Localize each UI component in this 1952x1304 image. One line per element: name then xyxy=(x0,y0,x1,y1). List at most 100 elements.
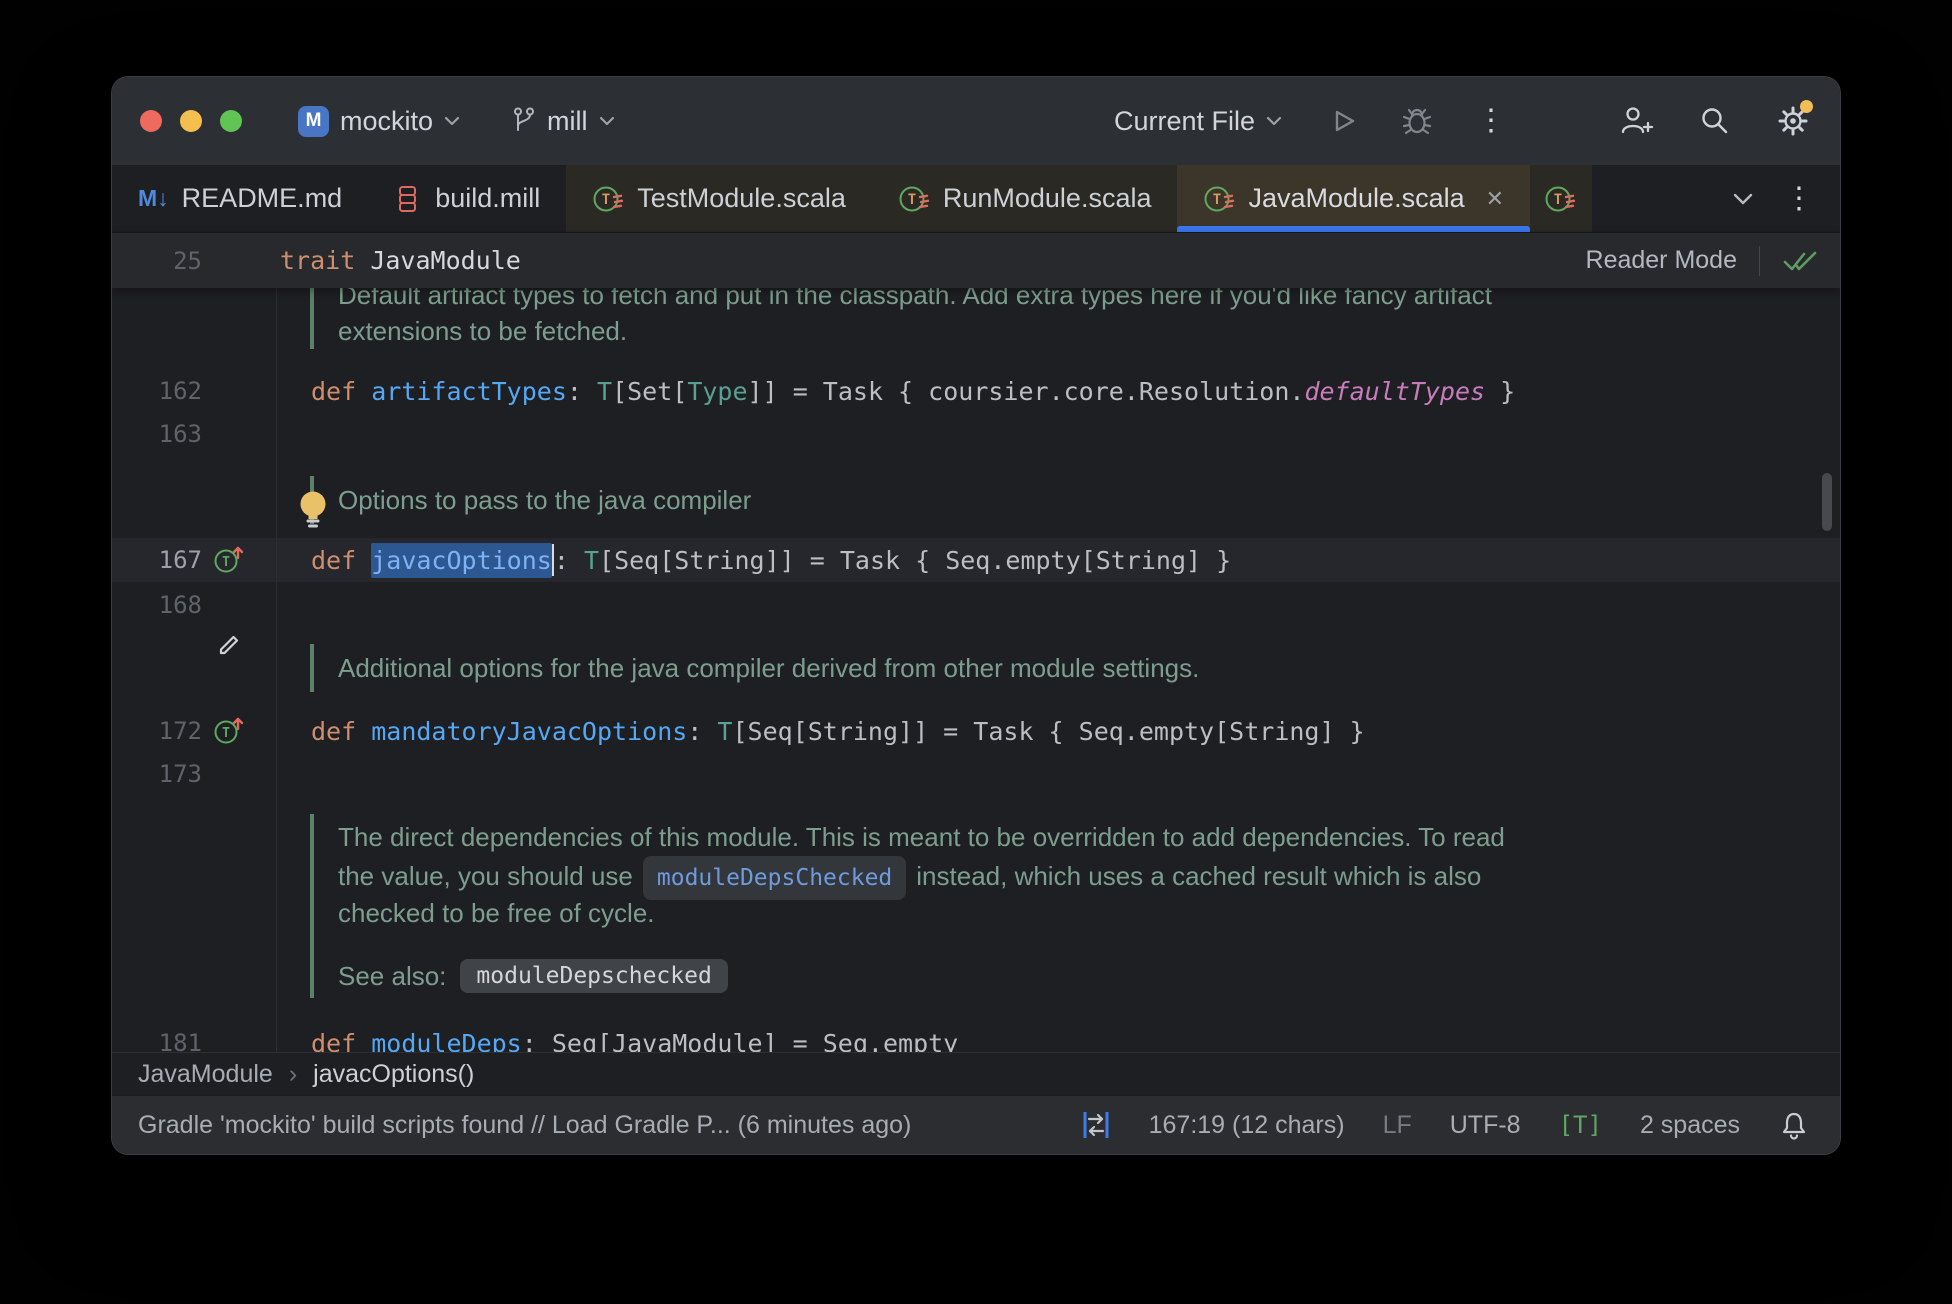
doc-comment-block: Additional options for the java compiler… xyxy=(310,644,1199,692)
run-button[interactable] xyxy=(1328,106,1358,136)
code-chip[interactable]: moduleDepschecked xyxy=(460,959,728,993)
line-number[interactable]: 168 xyxy=(112,583,202,627)
run-configuration-selector[interactable]: Current File xyxy=(1114,106,1282,137)
breadcrumb-item-member[interactable]: javacOptions() xyxy=(313,1060,474,1089)
highlight-level-widget[interactable]: [T] xyxy=(1559,1111,1602,1139)
more-actions-button[interactable]: ⋮ xyxy=(1476,106,1506,136)
tab-readme[interactable]: M↓ README.md xyxy=(112,165,368,232)
code-line-167: def javacOptions: T [Seq[String]] = Task … xyxy=(311,538,1231,582)
editor-scrollbar[interactable] xyxy=(1822,473,1832,531)
function-name-token: mandatoryJavacOptions xyxy=(371,716,688,746)
tabbar-controls: ⋮ xyxy=(1732,165,1840,232)
code-token: [Seq[String]] = Task { Seq.empty[String]… xyxy=(732,716,1365,746)
see-also-row: See also: moduleDepschecked xyxy=(338,954,1505,998)
doc-text: Default artifact types to fetch and put … xyxy=(338,288,1492,310)
function-name-token: moduleDeps xyxy=(371,1028,522,1053)
tab-runmodule[interactable]: T RunModule.scala xyxy=(871,165,1178,232)
override-member-icon[interactable]: T xyxy=(212,543,246,577)
project-badge: M xyxy=(298,105,329,137)
encoding-widget[interactable]: UTF-8 xyxy=(1450,1111,1521,1140)
code-with-me-button[interactable] xyxy=(1618,104,1654,138)
trait-name-token: JavaModule xyxy=(370,246,521,275)
keyword-token: def xyxy=(311,1028,372,1053)
reader-mode-label[interactable]: Reader Mode xyxy=(1586,246,1737,275)
breadcrumb-item-class[interactable]: JavaModule xyxy=(138,1060,273,1089)
ide-window: M mockito mill Current File ⋮ M↓ README.… xyxy=(112,77,1840,1154)
breadcrumb-separator: › xyxy=(288,1059,298,1088)
bug-icon xyxy=(1402,108,1432,135)
code-token: : xyxy=(566,376,597,406)
chevron-down-icon xyxy=(599,116,614,126)
svg-text:T: T xyxy=(222,726,230,741)
reader-mode-widget: Reader Mode xyxy=(1586,245,1840,276)
project-widget[interactable]: M mockito xyxy=(298,105,460,137)
divider xyxy=(1759,245,1760,276)
chevron-down-icon xyxy=(444,116,460,126)
play-icon xyxy=(1335,110,1355,132)
line-number[interactable]: 162 xyxy=(112,369,202,413)
zoom-window-button[interactable] xyxy=(220,110,242,132)
chevron-down-icon[interactable] xyxy=(1732,192,1754,205)
status-message[interactable]: Gradle 'mockito' build scripts found // … xyxy=(138,1111,911,1140)
svg-text:T: T xyxy=(1213,192,1221,208)
tab-label: build.mill xyxy=(435,183,541,213)
see-also-label: See also: xyxy=(338,960,447,991)
type-token: T xyxy=(717,716,733,746)
search-icon xyxy=(1702,108,1728,134)
doc-comment-block: The direct dependencies of this module. … xyxy=(310,814,1505,998)
settings-button[interactable] xyxy=(1776,100,1813,138)
kebab-icon: ⋮ xyxy=(1476,104,1506,137)
doc-comment-block: Default artifact types to fetch and put … xyxy=(310,288,1492,349)
indent-widget[interactable]: 2 spaces xyxy=(1640,1111,1740,1140)
line-number[interactable]: 163 xyxy=(112,412,202,456)
double-check-icon[interactable] xyxy=(1782,249,1818,273)
doc-text: instead, which uses a cached result whic… xyxy=(916,861,1482,891)
override-member-icon[interactable]: T xyxy=(212,714,246,748)
line-number[interactable]: 181 xyxy=(112,1021,202,1052)
tab-javamodule-active[interactable]: T JavaModule.scala ✕ xyxy=(1177,165,1531,232)
code-token: [Seq[String]] = Task { Seq.empty[String]… xyxy=(599,545,1232,575)
branch-name: mill xyxy=(547,105,588,136)
doc-text: extensions to be fetched. xyxy=(338,316,628,346)
debug-button[interactable] xyxy=(1400,104,1434,138)
line-number[interactable]: 172 xyxy=(112,709,202,753)
code-token: [Set[ xyxy=(612,376,688,406)
close-tab-icon[interactable]: ✕ xyxy=(1486,186,1504,212)
caret-jump-icon[interactable] xyxy=(1081,1107,1111,1143)
minimize-window-button[interactable] xyxy=(180,110,202,132)
tab-label: JavaModule.scala xyxy=(1248,183,1465,213)
keyword-token: trait xyxy=(280,246,371,275)
scala-trait-icon: T xyxy=(1204,186,1235,211)
scala-trait-icon: T xyxy=(593,186,624,211)
vcs-branch-widget[interactable]: mill xyxy=(510,106,615,137)
code-editor[interactable]: 162 163 167 168 172 173 181 T T Default … xyxy=(112,288,1840,1052)
caret-position-widget[interactable]: 167:19 (12 chars) xyxy=(1149,1111,1345,1140)
code-token: : xyxy=(687,716,718,746)
project-name: mockito xyxy=(340,105,434,136)
lightbulb-icon[interactable] xyxy=(295,488,331,534)
code-link-chip[interactable]: moduleDepsChecked xyxy=(642,856,907,900)
function-name-token: artifactTypes xyxy=(371,376,567,406)
search-everywhere-button[interactable] xyxy=(1698,104,1732,138)
keyword-token: def xyxy=(311,545,372,575)
line-number[interactable]: 173 xyxy=(112,752,202,796)
code-token: ]] = Task { coursier.core.Resolution. xyxy=(747,376,1305,406)
tab-testmodule[interactable]: T TestModule.scala xyxy=(566,165,872,232)
edit-pencil-icon[interactable] xyxy=(212,628,246,662)
line-number-current[interactable]: 167 xyxy=(112,538,202,582)
tab-partial[interactable]: T xyxy=(1530,165,1593,232)
tab-options-kebab-icon[interactable]: ⋮ xyxy=(1784,183,1814,214)
title-bar: M mockito mill Current File ⋮ xyxy=(112,77,1840,165)
code-line-162: def artifactTypes: T [Set[Type]] = Task {… xyxy=(311,369,1515,413)
close-window-button[interactable] xyxy=(140,110,162,132)
doc-comment-block: Options to pass to the java compiler xyxy=(310,476,751,524)
line-separator-widget[interactable]: LF xyxy=(1383,1111,1412,1140)
sticky-scope-header[interactable]: 25 trait JavaModule Reader Mode xyxy=(112,232,1840,288)
tab-build-mill[interactable]: build.mill xyxy=(368,165,566,232)
bell-icon[interactable] xyxy=(1778,1109,1810,1141)
breadcrumb: JavaModule › javacOptions() xyxy=(112,1052,1840,1095)
run-config-name: Current File xyxy=(1113,105,1255,136)
notification-dot xyxy=(1800,100,1813,113)
tab-label: RunModule.scala xyxy=(942,183,1152,213)
code-token: : xyxy=(553,545,584,575)
